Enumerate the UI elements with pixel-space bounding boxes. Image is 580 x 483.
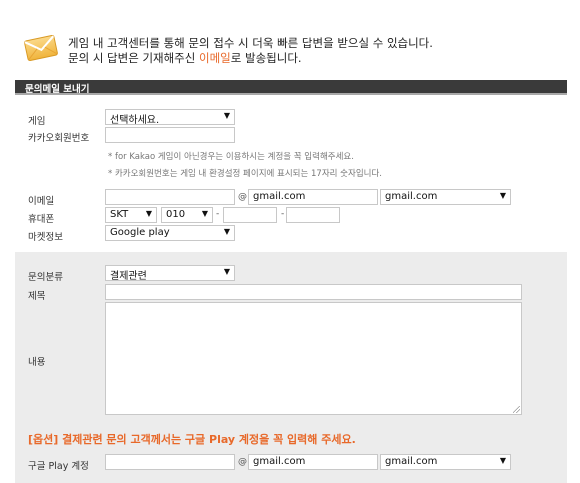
phone-prefix-select[interactable]: 010 ▼ (161, 207, 213, 223)
chevron-down-icon: ▼ (223, 227, 230, 236)
google-play-warning: [옵션] 결제관련 문의 고객께서는 구글 Play 계정을 꼭 입력해 주세요… (28, 433, 356, 446)
notice-line-2-prefix: 문의 시 답변은 기재해주신 (68, 51, 200, 65)
notice-line-2-suffix: 로 발송됩니다. (230, 51, 302, 65)
category-label: 문의분류 (28, 272, 63, 283)
phone-dash-2: - (281, 209, 285, 219)
game-label: 게임 (28, 116, 46, 127)
kakao-id-label: 카카오회원번호 (28, 133, 90, 144)
chevron-down-icon: ▼ (201, 209, 208, 218)
subject-input[interactable] (105, 284, 522, 300)
market-select-value: Google play (110, 227, 170, 238)
notice-email-highlight: 이메일 (199, 51, 231, 65)
email-local-input[interactable] (105, 189, 235, 205)
market-select[interactable]: Google play ▼ (105, 225, 235, 241)
category-select-value: 결제관련 (110, 271, 147, 281)
content-textarea[interactable] (105, 302, 522, 415)
phone-dash-1: - (216, 209, 220, 219)
notice-line-2: 문의 시 답변은 기재해주신 이메일로 발송됩니다. (68, 50, 302, 66)
game-select-value: 선택하세요. (110, 115, 160, 125)
game-select[interactable]: 선택하세요. ▼ (105, 109, 235, 125)
envelope-icon (24, 34, 58, 62)
section-title-bar: 문의메일 보내기 (15, 80, 567, 95)
section-title: 문의메일 보내기 (25, 84, 90, 95)
category-select[interactable]: 결제관련 ▼ (105, 265, 235, 281)
email-label: 이메일 (28, 196, 55, 207)
phone-carrier-value: SKT (110, 209, 129, 220)
phone-last-input[interactable] (286, 207, 340, 223)
email-at-sign: @ (238, 192, 247, 202)
chevron-down-icon: ▼ (145, 209, 152, 218)
google-play-domain-select[interactable]: gmail.com ▼ (380, 454, 511, 470)
content-label: 내용 (28, 357, 46, 368)
phone-carrier-select[interactable]: SKT ▼ (105, 207, 157, 223)
market-label: 마켓정보 (28, 232, 63, 243)
notice-line-1: 게임 내 고객센터를 통해 문의 접수 시 더욱 빠른 답변을 받으실 수 있습… (68, 36, 433, 50)
kakao-id-input[interactable] (105, 127, 235, 143)
chevron-down-icon: ▼ (499, 456, 506, 465)
resize-handle-icon[interactable] (513, 406, 520, 413)
notice-header: 게임 내 고객센터를 통해 문의 접수 시 더욱 빠른 답변을 받으실 수 있습… (0, 0, 580, 78)
email-domain-input[interactable]: gmail.com (248, 189, 378, 205)
phone-label: 휴대폰 (28, 214, 55, 225)
google-play-label: 구글 Play 계정 (28, 461, 89, 472)
chevron-down-icon: ▼ (223, 111, 230, 120)
chevron-down-icon: ▼ (499, 191, 506, 200)
google-play-at-sign: @ (238, 457, 247, 467)
phone-prefix-value: 010 (166, 209, 186, 220)
phone-middle-input[interactable] (223, 207, 277, 223)
google-play-domain-input[interactable]: gmail.com (248, 454, 378, 470)
email-domain-select[interactable]: gmail.com ▼ (380, 189, 511, 205)
google-play-domain-select-value: gmail.com (385, 456, 438, 467)
kakao-hint-2: * 카카오회원번호는 게임 내 환경설정 페이지에 표시되는 17자리 숫자입니… (108, 169, 382, 179)
google-play-local-input[interactable] (105, 454, 235, 470)
kakao-hint-1: * for Kakao 게임이 아닌경우는 이용하시는 계정을 꼭 입력해주세요… (108, 152, 354, 162)
chevron-down-icon: ▼ (223, 267, 230, 276)
subject-label: 제목 (28, 291, 46, 302)
email-domain-select-value: gmail.com (385, 191, 438, 202)
